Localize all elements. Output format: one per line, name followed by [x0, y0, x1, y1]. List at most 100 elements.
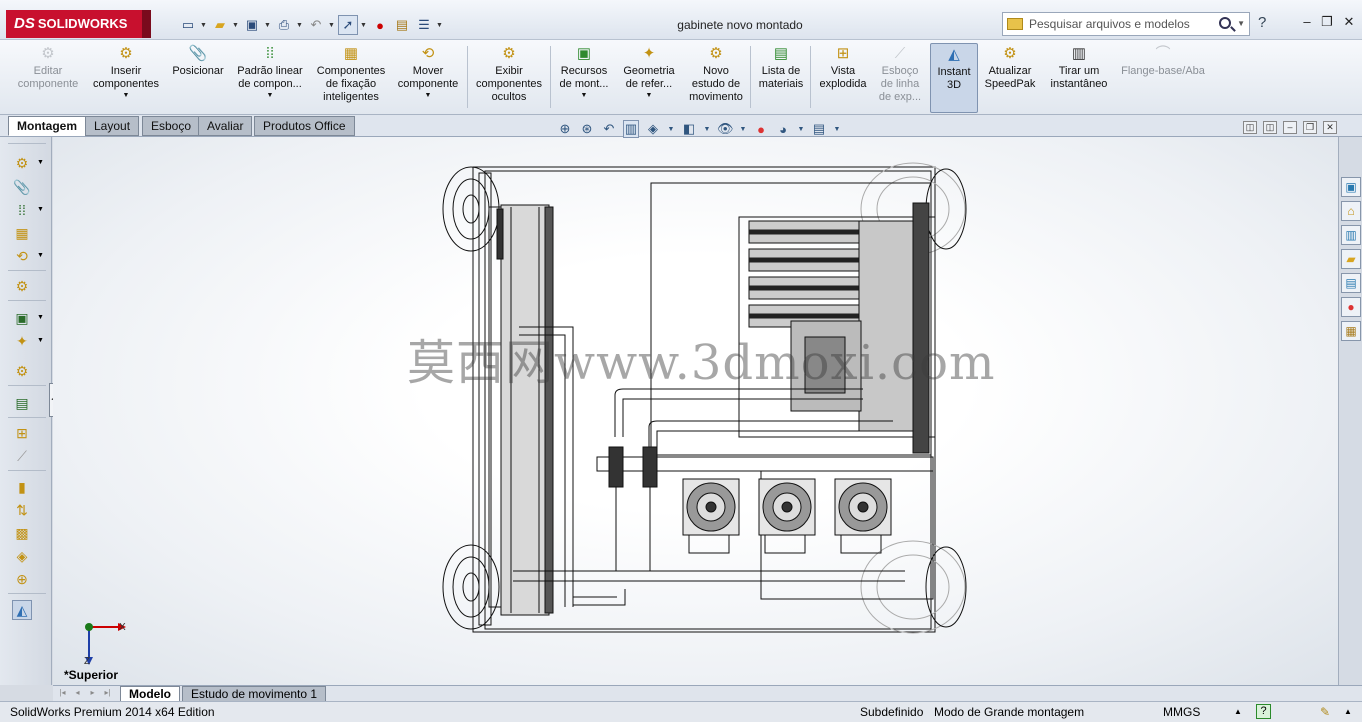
chevron-down-icon[interactable]: ▼: [328, 22, 336, 29]
move-component-icon[interactable]: ⟲: [12, 246, 32, 266]
chevron-down-icon[interactable]: ▼: [646, 91, 653, 100]
reference-geometry-icon[interactable]: ✦: [12, 331, 32, 351]
chevron-down-icon[interactable]: ▼: [436, 22, 444, 29]
new-icon[interactable]: ▭: [178, 15, 198, 35]
chevron-down-icon[interactable]: ▼: [739, 126, 747, 133]
units-selector[interactable]: MMGS: [1163, 702, 1200, 722]
apply-scene-icon[interactable]: ◕: [775, 122, 791, 137]
chevron-down-icon[interactable]: ▼: [37, 314, 44, 321]
chevron-down-icon[interactable]: ▼: [37, 206, 44, 213]
view-palette-icon[interactable]: ▤: [1341, 273, 1361, 293]
insert-components-icon[interactable]: ⚙: [12, 153, 32, 173]
view-orientation-icon[interactable]: ◈: [645, 121, 661, 137]
chevron-down-icon[interactable]: ▼: [232, 22, 240, 29]
chevron-down-icon[interactable]: ▼: [264, 22, 272, 29]
chevron-down-icon[interactable]: ▼: [667, 126, 675, 133]
chevron-down-icon[interactable]: ▼: [360, 22, 368, 29]
mate-button[interactable]: 📎 Posicionar: [168, 43, 228, 113]
motion-study-icon[interactable]: ⚙: [12, 361, 32, 381]
undo-icon[interactable]: ↶: [306, 15, 326, 35]
file-properties-icon[interactable]: ▤: [392, 15, 412, 35]
chevron-down-icon[interactable]: ▼: [581, 91, 588, 100]
reference-geometry-button[interactable]: ✦ Geometria de refer... ▼: [618, 43, 680, 113]
explode-line-sketch-button[interactable]: ⟋ Esboço de linha de exp...: [874, 43, 926, 113]
tab-esboco[interactable]: Esboço: [142, 116, 201, 136]
tab-montagem[interactable]: Montagem: [8, 116, 86, 136]
chevron-down-icon[interactable]: ▼: [37, 337, 44, 344]
chevron-down-icon[interactable]: ▼: [797, 126, 805, 133]
mate-icon[interactable]: 📎: [12, 177, 32, 197]
print-icon[interactable]: ⎙: [274, 15, 294, 35]
options-icon[interactable]: ☰: [414, 15, 434, 35]
display-style-icon[interactable]: ◧: [681, 121, 697, 137]
tab-avaliar[interactable]: Avaliar: [198, 116, 253, 136]
split-view-icon[interactable]: ◫: [1263, 121, 1277, 134]
chevron-down-icon[interactable]: ▼: [1237, 19, 1245, 28]
bill-of-materials-icon[interactable]: ▤: [12, 393, 32, 413]
restore-view-icon[interactable]: ❐: [1303, 121, 1317, 134]
section-view-icon[interactable]: ▥: [623, 120, 639, 138]
update-speedpak-button[interactable]: ⚙ Atualizar SpeedPak: [982, 43, 1038, 113]
show-hidden-icon[interactable]: ⚙: [12, 276, 32, 296]
chevron-down-icon[interactable]: ▼: [200, 22, 208, 29]
first-tab-icon[interactable]: |◂: [56, 688, 69, 700]
chevron-down-icon[interactable]: ▼: [703, 126, 711, 133]
show-hidden-components-button[interactable]: ⚙ Exibir componentes ocultos: [472, 43, 546, 113]
instant3d-button[interactable]: ◭ Instant 3D: [930, 43, 978, 113]
chevron-down-icon[interactable]: ▼: [37, 252, 44, 259]
instant3d-icon[interactable]: ◭: [12, 600, 32, 620]
linear-pattern-icon[interactable]: ⁞⁞: [12, 200, 32, 220]
linear-pattern-button[interactable]: ⁞⁞ Padrão linear de compon... ▼: [232, 43, 308, 113]
graphics-area[interactable]: [53, 137, 1338, 685]
chevron-down-icon[interactable]: ▼: [425, 91, 432, 100]
help-icon[interactable]: ?: [1256, 704, 1271, 719]
prev-tab-icon[interactable]: ◂: [71, 688, 84, 700]
tab-layout[interactable]: Layout: [85, 116, 140, 136]
select-icon[interactable]: ➚: [338, 15, 358, 35]
save-icon[interactable]: ▣: [242, 15, 262, 35]
assembly-tool-icon[interactable]: ⇅: [12, 500, 32, 520]
move-component-button[interactable]: ⟲ Mover componente ▼: [392, 43, 464, 113]
close-button[interactable]: ✕: [1340, 14, 1358, 30]
minimize-view-icon[interactable]: –: [1283, 121, 1297, 134]
chevron-down-icon[interactable]: ▼: [123, 91, 130, 100]
chevron-up-icon[interactable]: ▲: [1234, 702, 1242, 722]
assembly-tool-icon[interactable]: ◈: [12, 546, 32, 566]
take-snapshot-button[interactable]: ▥ Tirar um instantâneo: [1044, 43, 1114, 113]
tab-motion-study[interactable]: Estudo de movimento 1: [182, 686, 327, 702]
solidworks-logo[interactable]: DS SOLIDWORKS: [6, 10, 148, 38]
bill-of-materials-button[interactable]: ▤ Lista de materiais: [754, 43, 808, 113]
chevron-down-icon[interactable]: ▼: [267, 91, 274, 100]
previous-view-icon[interactable]: ↶: [601, 121, 617, 137]
open-icon[interactable]: ▰: [210, 15, 230, 35]
smart-fasteners-button[interactable]: ▦ Componentes de fixação inteligentes: [312, 43, 390, 113]
design-library-icon[interactable]: ▥: [1341, 225, 1361, 245]
exploded-view-button[interactable]: ⊞ Vista explodida: [814, 43, 872, 113]
assembly-tool-icon[interactable]: ⊕: [12, 569, 32, 589]
edit-appearance-icon[interactable]: ●: [753, 122, 769, 137]
smart-fasteners-icon[interactable]: ▦: [12, 223, 32, 243]
assembly-features-icon[interactable]: ▣: [12, 308, 32, 328]
assembly-tool-icon[interactable]: ▩: [12, 523, 32, 543]
exploded-view-icon[interactable]: ⊞: [12, 423, 32, 443]
zoom-to-fit-icon[interactable]: ⊕: [557, 121, 573, 137]
zoom-to-area-icon[interactable]: ⊛: [579, 121, 595, 137]
solidworks-resources-icon[interactable]: ▣: [1341, 177, 1361, 197]
base-flange-button[interactable]: ⌒ Flange-base/Aba: [1116, 43, 1210, 113]
tab-modelo[interactable]: Modelo: [120, 686, 180, 702]
rebuild-icon[interactable]: ●: [370, 15, 390, 35]
insert-components-button[interactable]: ⚙ Inserir componentes ▼: [88, 43, 164, 113]
close-view-icon[interactable]: ✕: [1323, 121, 1337, 134]
hide-show-items-icon[interactable]: 👁: [717, 121, 734, 137]
file-explorer-icon[interactable]: ▰: [1341, 249, 1361, 269]
assembly-features-button[interactable]: ▣ Recursos de mont... ▼: [554, 43, 614, 113]
new-motion-study-button[interactable]: ⚙ Novo estudo de movimento: [684, 43, 748, 113]
home-icon[interactable]: ⌂: [1341, 201, 1361, 221]
chevron-down-icon[interactable]: ▼: [37, 159, 44, 166]
last-tab-icon[interactable]: ▸|: [101, 688, 114, 700]
search-input[interactable]: Pesquisar arquivos e modelos: [1029, 17, 1190, 31]
minimize-button[interactable]: –: [1298, 14, 1316, 30]
search-icon[interactable]: [1219, 17, 1231, 29]
rebuild-status-icon[interactable]: ✎: [1320, 702, 1330, 722]
explode-line-icon[interactable]: ⟋: [12, 446, 32, 466]
